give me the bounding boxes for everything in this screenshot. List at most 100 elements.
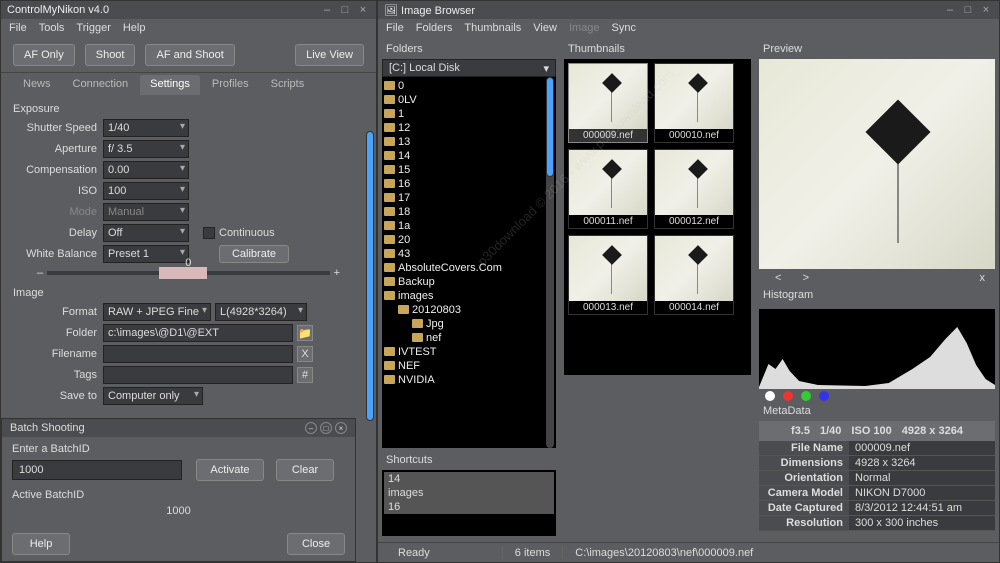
preview-next-button[interactable]: > — [797, 272, 815, 284]
delay-select[interactable]: Off — [103, 224, 189, 242]
shortcut-item[interactable]: 14 — [384, 472, 554, 486]
shutter-select[interactable]: 1/40 — [103, 119, 189, 137]
af-only-button[interactable]: AF Only — [13, 44, 75, 66]
drive-select[interactable]: [C:] Local Disk ▾ — [382, 59, 556, 77]
menu-file[interactable]: File — [386, 22, 404, 34]
folder-item[interactable]: 17 — [384, 191, 554, 205]
continuous-checkbox[interactable] — [203, 227, 215, 239]
thumbnail[interactable]: 000012.nef — [654, 149, 734, 229]
size-select[interactable]: L(4928*3264) — [215, 303, 307, 321]
shortcut-item[interactable]: 16 — [384, 500, 554, 514]
format-select[interactable]: RAW + JPEG Fine — [103, 303, 211, 321]
meta-summary-item: 4928 x 3264 — [902, 425, 963, 437]
folder-scrollbar[interactable] — [546, 77, 554, 448]
folder-item[interactable]: NEF — [384, 359, 554, 373]
batch-id-input[interactable] — [12, 460, 182, 480]
tab-scripts[interactable]: Scripts — [261, 75, 315, 95]
folder-item[interactable]: 12 — [384, 121, 554, 135]
clear-button[interactable]: Clear — [276, 459, 334, 481]
thumbnail[interactable]: 000009.nef — [568, 63, 648, 143]
batch-min-icon[interactable]: – — [305, 422, 317, 434]
folder-item[interactable]: IVTEST — [384, 345, 554, 359]
folder-item[interactable]: 14 — [384, 149, 554, 163]
folder-item[interactable]: 1 — [384, 107, 554, 121]
batch-max-icon[interactable]: □ — [320, 422, 332, 434]
folder-item[interactable]: 16 — [384, 177, 554, 191]
wb-select[interactable]: Preset 1 — [103, 245, 189, 263]
exposure-slider[interactable]: 0 — [47, 271, 329, 275]
preview-prev-button[interactable]: < — [769, 272, 787, 284]
activate-button[interactable]: Activate — [196, 459, 264, 481]
folder-item[interactable]: NVIDIA — [384, 373, 554, 387]
slider-thumb[interactable] — [159, 267, 207, 279]
preview-close-button[interactable]: x — [974, 272, 992, 284]
menu-view[interactable]: View — [533, 22, 557, 34]
filename-clear-icon[interactable]: X — [297, 346, 313, 362]
help-button[interactable]: Help — [12, 533, 70, 555]
channel-dot[interactable] — [819, 391, 829, 401]
thumbnail[interactable]: 000010.nef — [654, 63, 734, 143]
folders-panel: Folders [C:] Local Disk ▾ 00LV1121314151… — [378, 37, 560, 540]
batch-close-icon[interactable]: × — [335, 422, 347, 434]
folder-item[interactable]: Backup — [384, 275, 554, 289]
folder-item[interactable]: 0 — [384, 79, 554, 93]
channel-dot[interactable] — [783, 391, 793, 401]
filename-input[interactable] — [103, 345, 293, 363]
folder-item[interactable]: AbsoluteCovers.Com — [384, 261, 554, 275]
thumb-image — [569, 64, 647, 129]
meta-row: OrientationNormal — [759, 471, 995, 486]
menu-thumbnails[interactable]: Thumbnails — [464, 22, 521, 34]
folder-item[interactable]: 13 — [384, 135, 554, 149]
shoot-button[interactable]: Shoot — [85, 44, 136, 66]
iso-select[interactable]: 100 — [103, 182, 189, 200]
folder-item[interactable]: images — [384, 289, 554, 303]
thumbnail[interactable]: 000011.nef — [568, 149, 648, 229]
compensation-select[interactable]: 0.00 — [103, 161, 189, 179]
settings-scrollbar[interactable] — [366, 131, 374, 391]
menu-sync[interactable]: Sync — [612, 22, 636, 34]
folder-item[interactable]: 20120803 — [384, 303, 554, 317]
channel-dot[interactable] — [801, 391, 811, 401]
folder-item[interactable]: 1a — [384, 219, 554, 233]
tags-input[interactable] — [103, 366, 293, 384]
folder-item[interactable]: 43 — [384, 247, 554, 261]
calibrate-button[interactable]: Calibrate — [219, 245, 289, 263]
close-button[interactable]: Close — [287, 533, 345, 555]
folder-tree[interactable]: 00LV1121314151617181a2043AbsoluteCovers.… — [382, 77, 556, 448]
saveto-select[interactable]: Computer only — [103, 387, 203, 405]
folder-item[interactable]: 0LV — [384, 93, 554, 107]
channel-dot[interactable] — [765, 391, 775, 401]
maximize-icon[interactable]: □ — [338, 4, 352, 16]
tab-profiles[interactable]: Profiles — [202, 75, 259, 95]
menu-file[interactable]: File — [9, 22, 27, 34]
tabbar: News Connection Settings Profiles Script… — [1, 73, 376, 95]
meta-key: File Name — [759, 441, 849, 455]
tags-edit-icon[interactable]: # — [297, 367, 313, 383]
meta-value: NIKON D7000 — [849, 486, 995, 500]
af-and-shoot-button[interactable]: AF and Shoot — [145, 44, 234, 66]
browser-max-icon[interactable]: □ — [961, 4, 975, 16]
tab-news[interactable]: News — [13, 75, 61, 95]
live-view-button[interactable]: Live View — [295, 44, 364, 66]
menu-folders[interactable]: Folders — [416, 22, 453, 34]
shortcut-item[interactable]: images — [384, 486, 554, 500]
menu-trigger[interactable]: Trigger — [76, 22, 110, 34]
minimize-icon[interactable]: – — [320, 4, 334, 16]
browser-min-icon[interactable]: – — [943, 4, 957, 16]
folder-item[interactable]: 20 — [384, 233, 554, 247]
tab-settings[interactable]: Settings — [140, 75, 200, 95]
folder-item[interactable]: nef — [384, 331, 554, 345]
menu-help[interactable]: Help — [123, 22, 146, 34]
folder-item[interactable]: Jpg — [384, 317, 554, 331]
menu-tools[interactable]: Tools — [39, 22, 65, 34]
thumbnail[interactable]: 000014.nef — [654, 235, 734, 315]
browser-close-icon[interactable]: × — [979, 4, 993, 16]
folder-browse-icon[interactable]: 📁 — [297, 325, 313, 341]
thumbnail[interactable]: 000013.nef — [568, 235, 648, 315]
aperture-select[interactable]: f/ 3.5 — [103, 140, 189, 158]
folder-item[interactable]: 15 — [384, 163, 554, 177]
close-icon[interactable]: × — [356, 4, 370, 16]
folder-input[interactable] — [103, 324, 293, 342]
tab-connection[interactable]: Connection — [63, 75, 139, 95]
folder-item[interactable]: 18 — [384, 205, 554, 219]
